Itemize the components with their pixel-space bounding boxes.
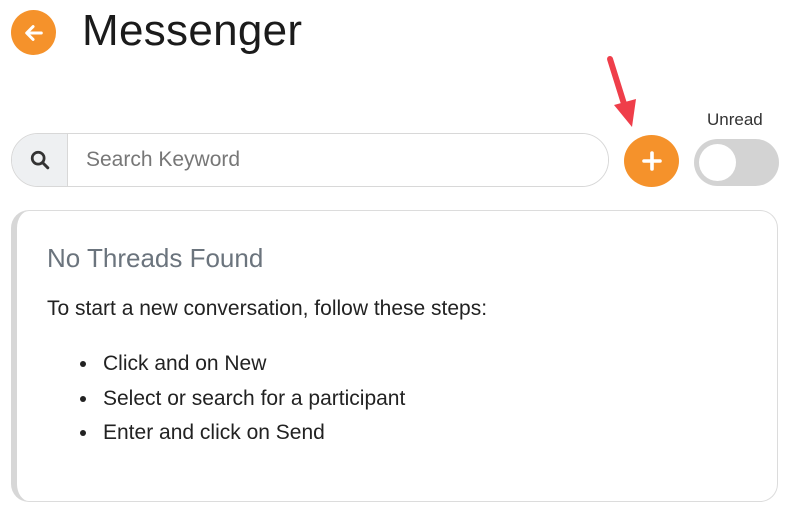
new-thread-button[interactable] <box>624 135 679 187</box>
search-icon <box>30 150 49 170</box>
search-addon[interactable] <box>12 134 68 186</box>
messenger-page: Messenger Unread No Threads Found To sta… <box>0 0 786 531</box>
unread-toggle[interactable] <box>694 139 779 186</box>
annotation-arrow-icon <box>607 56 636 127</box>
threads-panel: No Threads Found To start a new conversa… <box>11 210 778 502</box>
toggle-knob[interactable] <box>699 144 736 181</box>
list-item: Click and on New <box>47 352 405 387</box>
list-item: Enter and click on Send <box>47 421 405 456</box>
search-input[interactable] <box>68 134 608 186</box>
back-button[interactable] <box>11 10 56 55</box>
arrow-left-icon <box>24 24 43 41</box>
page-title: Messenger <box>82 6 303 55</box>
empty-state-intro: To start a new conversation, follow thes… <box>47 297 488 320</box>
search-bar <box>11 133 609 187</box>
empty-state-title: No Threads Found <box>47 243 264 273</box>
plus-icon <box>641 151 662 171</box>
list-item: Select or search for a participant <box>47 387 405 422</box>
unread-label: Unread <box>707 110 763 129</box>
steps-list: Click and on New Select or search for a … <box>47 352 405 456</box>
